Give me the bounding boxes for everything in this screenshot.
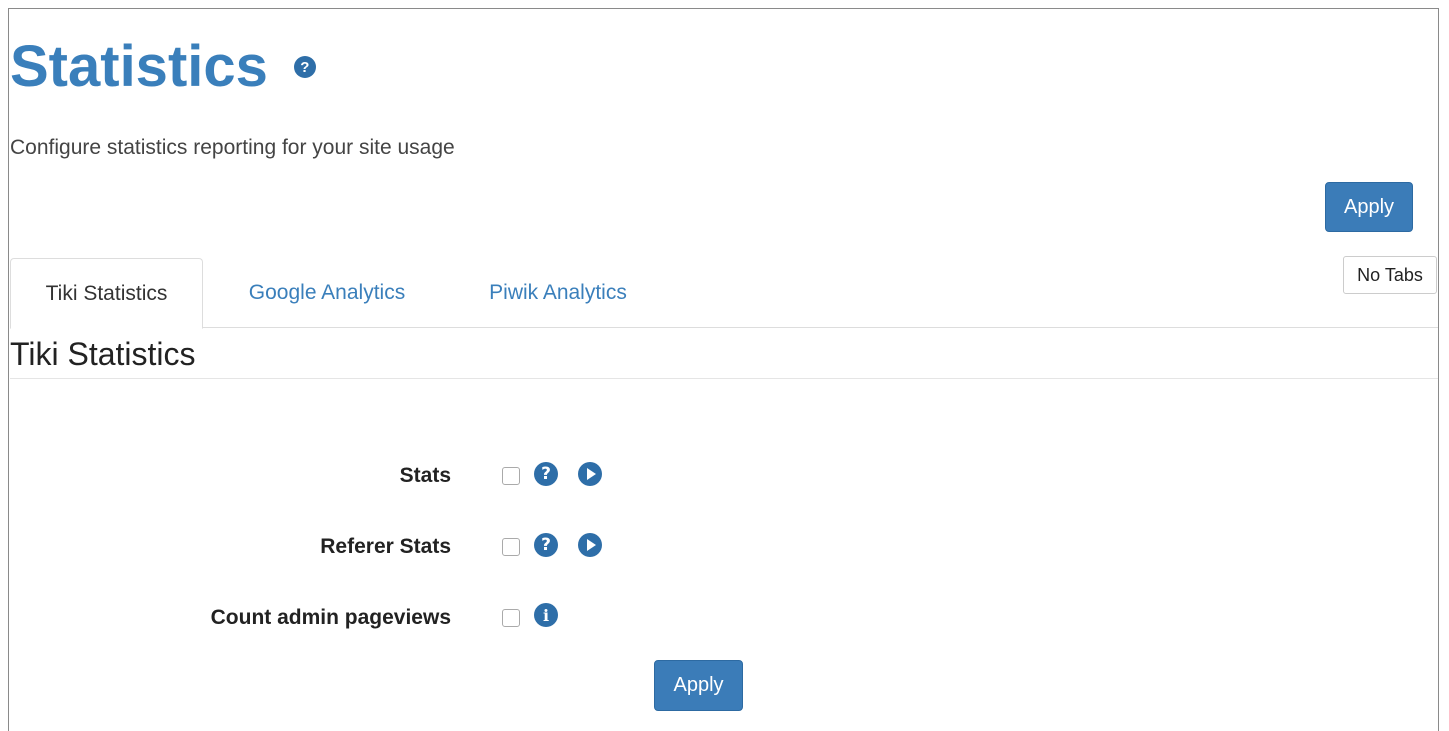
tab-google-analytics[interactable]: Google Analytics [215, 258, 439, 328]
play-circle-icon[interactable] [578, 533, 602, 557]
section-divider [10, 378, 1438, 379]
tab-bar: Tiki Statistics Google Analytics Piwik A… [10, 258, 1438, 329]
section-title: Tiki Statistics [10, 336, 196, 372]
tab-tiki-statistics[interactable]: Tiki Statistics [10, 258, 203, 329]
question-circle-icon[interactable]: ? [534, 533, 558, 557]
info-circle-icon[interactable]: i [534, 603, 558, 627]
count-admin-pageviews-checkbox[interactable] [502, 609, 520, 627]
page-title: Statistics [10, 34, 268, 99]
tab-piwik-analytics[interactable]: Piwik Analytics [450, 258, 666, 328]
stats-checkbox[interactable] [502, 467, 520, 485]
count-admin-pageviews-label: Count admin pageviews [210, 606, 451, 629]
apply-button-top[interactable]: Apply [1325, 182, 1413, 232]
stats-label: Stats [399, 464, 451, 487]
referer-stats-label: Referer Stats [320, 535, 451, 558]
apply-button-bottom[interactable]: Apply [654, 660, 743, 711]
question-circle-icon[interactable]: ? [534, 462, 558, 486]
no-tabs-button[interactable]: No Tabs [1343, 256, 1437, 294]
play-circle-icon[interactable] [578, 462, 602, 486]
referer-stats-checkbox[interactable] [502, 538, 520, 556]
page-header: Statistics ? [10, 38, 316, 96]
page-description: Configure statistics reporting for your … [10, 136, 455, 159]
question-circle-icon[interactable]: ? [293, 56, 316, 78]
